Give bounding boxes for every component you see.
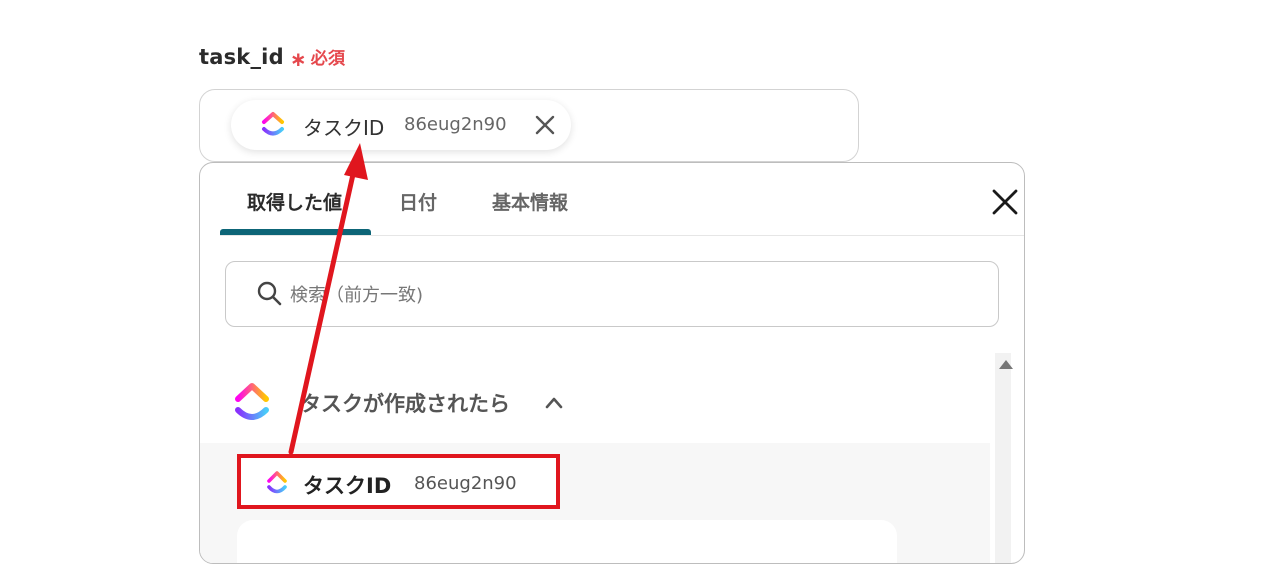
- group-title: タスクが作成されたら: [300, 392, 510, 416]
- scroll-up-arrow-icon[interactable]: [999, 360, 1013, 369]
- item-value: 86eug2n90: [414, 473, 517, 494]
- trigger-group-header[interactable]: タスクが作成されたら: [200, 363, 990, 443]
- variable-chip[interactable]: タスクID 86eug2n90: [231, 100, 571, 150]
- list-item[interactable]: [237, 520, 897, 563]
- chevron-up-icon[interactable]: [544, 393, 564, 413]
- item-label: タスクID: [303, 474, 392, 498]
- tab-basic-info[interactable]: 基本情報: [492, 188, 568, 215]
- field-name: task_id: [199, 45, 284, 69]
- chip-label: タスクID: [303, 116, 385, 140]
- required-text: 必須: [310, 49, 346, 69]
- tab-date[interactable]: 日付: [399, 188, 437, 215]
- field-label: task_id ∗ 必須: [199, 44, 346, 71]
- required-star: ∗: [289, 47, 307, 71]
- search-input[interactable]: [288, 276, 972, 314]
- close-icon[interactable]: [991, 188, 1019, 216]
- chip-value: 86eug2n90: [404, 114, 507, 135]
- search-box[interactable]: [225, 261, 999, 327]
- close-icon[interactable]: [532, 112, 558, 138]
- list-item-task-id[interactable]: タスクID 86eug2n90: [237, 454, 560, 509]
- clickup-logo-icon: [267, 471, 287, 494]
- active-tab-indicator: [220, 229, 371, 235]
- search-icon: [257, 281, 282, 306]
- clickup-logo-icon: [235, 383, 269, 420]
- scrollbar[interactable]: [995, 353, 1011, 563]
- tab-bar: 取得した値 日付 基本情報: [220, 163, 1024, 236]
- variable-picker-panel: 取得した値 日付 基本情報 タスクが作成: [199, 162, 1025, 564]
- tab-acquired-values[interactable]: 取得した値: [247, 188, 342, 215]
- clickup-logo-icon: [262, 112, 284, 136]
